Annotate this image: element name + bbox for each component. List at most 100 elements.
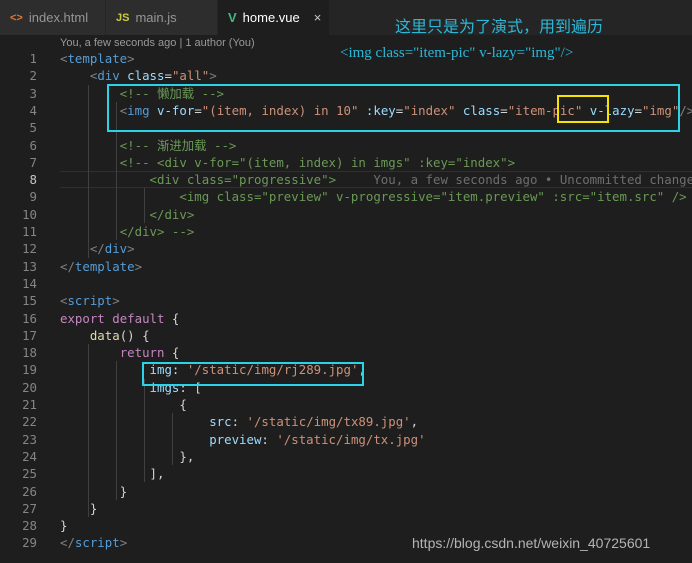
code-token: <div class="progressive"> [149,172,337,188]
code-token: </ [89,241,105,257]
code-token: = [164,68,172,84]
line-number: 22 [22,414,37,430]
close-icon[interactable]: × [314,10,322,25]
line-number: 27 [22,500,37,516]
code-token: default [112,310,165,326]
line-number: 24 [22,448,37,464]
code-token: /> [679,102,692,118]
line-number: 16 [22,310,37,326]
code-token: '/static/img/tx89.jpg' [246,414,411,430]
line-text: <script> [60,292,120,309]
code-line[interactable]: 7 <!-- <div v-for="(item, index) in imgs… [0,154,692,171]
code-line[interactable]: 12 </div> [0,240,692,257]
code-line[interactable]: 16 export default { [0,310,692,327]
tab-home-vue[interactable]: V home.vue × [218,0,330,35]
line-text: src: '/static/img/tx89.jpg', [60,413,418,430]
line-text: <img class="preview" v-progressive="item… [60,188,687,205]
code-token: You, a few seconds ago • Uncommitted cha… [336,172,692,188]
line-text: </script> [60,534,127,551]
code-line[interactable]: 8 <div class="progressive"> You, a few s… [0,171,692,188]
line-number: 13 [22,258,37,274]
line-number: 18 [22,345,37,361]
code-token: class [127,68,165,84]
code-line[interactable]: 14 [0,275,692,292]
code-line[interactable]: 18 return { [0,344,692,361]
line-number: 3 [29,85,37,101]
code-token: "all" [171,68,210,84]
code-line[interactable]: 28} [0,517,692,534]
code-token: } [60,518,68,534]
code-token: <!-- <div v-for="(item, index) in imgs" … [119,154,516,170]
code-line[interactable]: 23 preview: '/static/img/tx.jpg' [0,431,692,448]
tab-main-js[interactable]: JS main.js [106,0,218,35]
code-token: script [74,535,120,551]
code-line[interactable]: 1 <template> [0,50,692,67]
code-line[interactable]: 26 } [0,483,692,500]
highlight-box-img-data [142,362,364,386]
code-line[interactable]: 9 <img class="preview" v-progressive="it… [0,188,692,205]
code-line[interactable]: 2 <div class="all"> [0,67,692,84]
code-token: > [127,51,135,66]
line-number: 20 [22,379,37,395]
code-token: return [119,345,165,361]
code-token: } [89,500,98,516]
watermark-url: https://blog.csdn.net/weixin_40725601 [412,535,651,551]
line-text: { [60,396,186,413]
code-line[interactable]: 15 <script> [0,292,692,309]
code-line[interactable]: 24 }, [0,448,692,465]
code-token: template [67,51,128,66]
html-file-icon: <> [10,11,23,24]
code-token: </ [60,535,75,551]
code-token: data [89,327,120,343]
vue-file-icon: V [228,10,237,25]
line-text: return { [60,344,180,361]
code-line[interactable]: 17 data() { [0,327,692,344]
line-number: 25 [22,466,37,482]
code-token: , [410,414,419,430]
line-text: <div class="progressive"> You, a few sec… [60,171,692,188]
code-token: <!-- 渐进加载 --> [119,137,237,153]
line-number: 12 [22,241,37,257]
line-text: } [60,483,127,500]
code-line[interactable]: 22 src: '/static/img/tx89.jpg', [0,413,692,430]
codelens-blame-header[interactable]: You, a few seconds ago | 1 author (You) [60,37,255,49]
code-token: </div> --> [119,224,195,239]
code-token: <img class="preview" v-progressive="item… [179,189,687,205]
line-number: 28 [22,518,37,534]
code-token: > [112,293,120,309]
tab-index-html[interactable]: <> index.html [0,0,106,35]
line-number: 6 [29,137,37,153]
line-number: 15 [22,293,37,309]
code-line[interactable]: 25 ], [0,465,692,482]
code-line[interactable]: 13 </template> [0,258,692,275]
line-number: 5 [29,120,37,136]
code-line[interactable]: 27 } [0,500,692,517]
code-line[interactable]: 21 { [0,396,692,413]
code-token: : [231,414,247,430]
code-line[interactable]: 11 </div> --> [0,223,692,240]
code-token: div [104,241,128,257]
line-number: 4 [29,102,37,118]
highlight-box-v-lazy [557,95,609,123]
code-line[interactable]: 6 <!-- 渐进加载 --> [0,137,692,154]
line-text: </div> [60,206,195,223]
code-token: src [209,414,232,430]
line-number: 29 [22,535,37,551]
line-number: 23 [22,431,37,447]
tab-label: main.js [135,10,177,25]
code-line[interactable]: 10 </div> [0,206,692,223]
line-text: preview: '/static/img/tx.jpg' [60,431,425,448]
line-number: 1 [29,51,37,66]
code-token: ], [149,466,165,482]
